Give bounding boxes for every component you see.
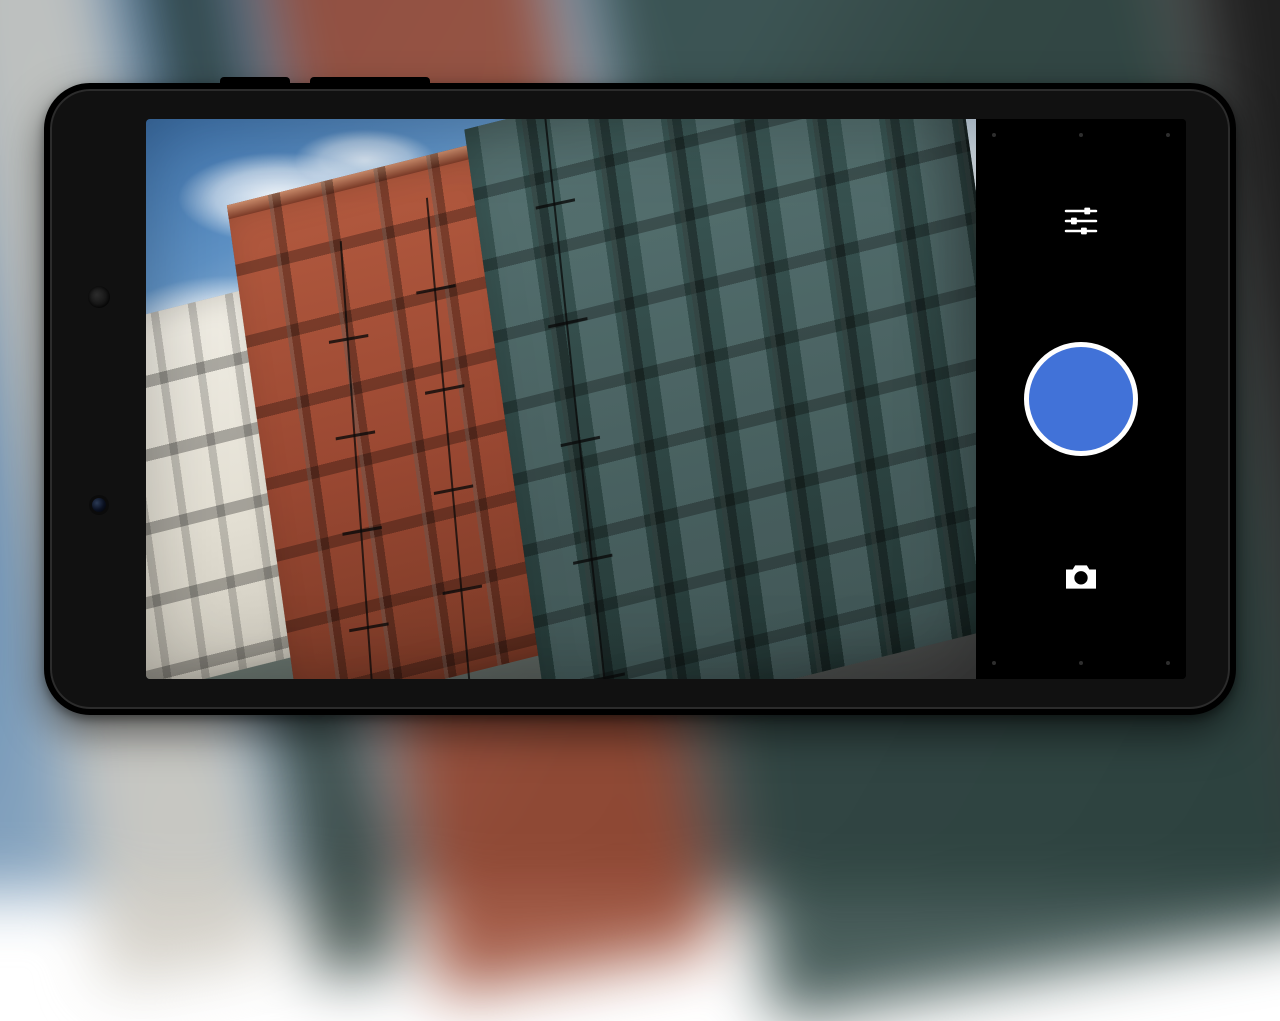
phone-screen: [146, 119, 1186, 679]
camera-mode-button[interactable]: [1051, 547, 1111, 607]
power-button: [220, 77, 290, 85]
sliders-icon: [1061, 201, 1101, 241]
viewfinder-scene: [146, 119, 976, 679]
camera-controls-bar: [976, 119, 1186, 679]
volume-rocker: [310, 77, 430, 85]
camera-icon: [1061, 557, 1101, 597]
shutter-button[interactable]: [1024, 342, 1138, 456]
camera-viewfinder[interactable]: [146, 119, 976, 679]
settings-button[interactable]: [1051, 191, 1111, 251]
phone-frame: [44, 83, 1236, 715]
earpiece-speaker: [88, 286, 110, 308]
front-camera-lens: [92, 498, 106, 512]
